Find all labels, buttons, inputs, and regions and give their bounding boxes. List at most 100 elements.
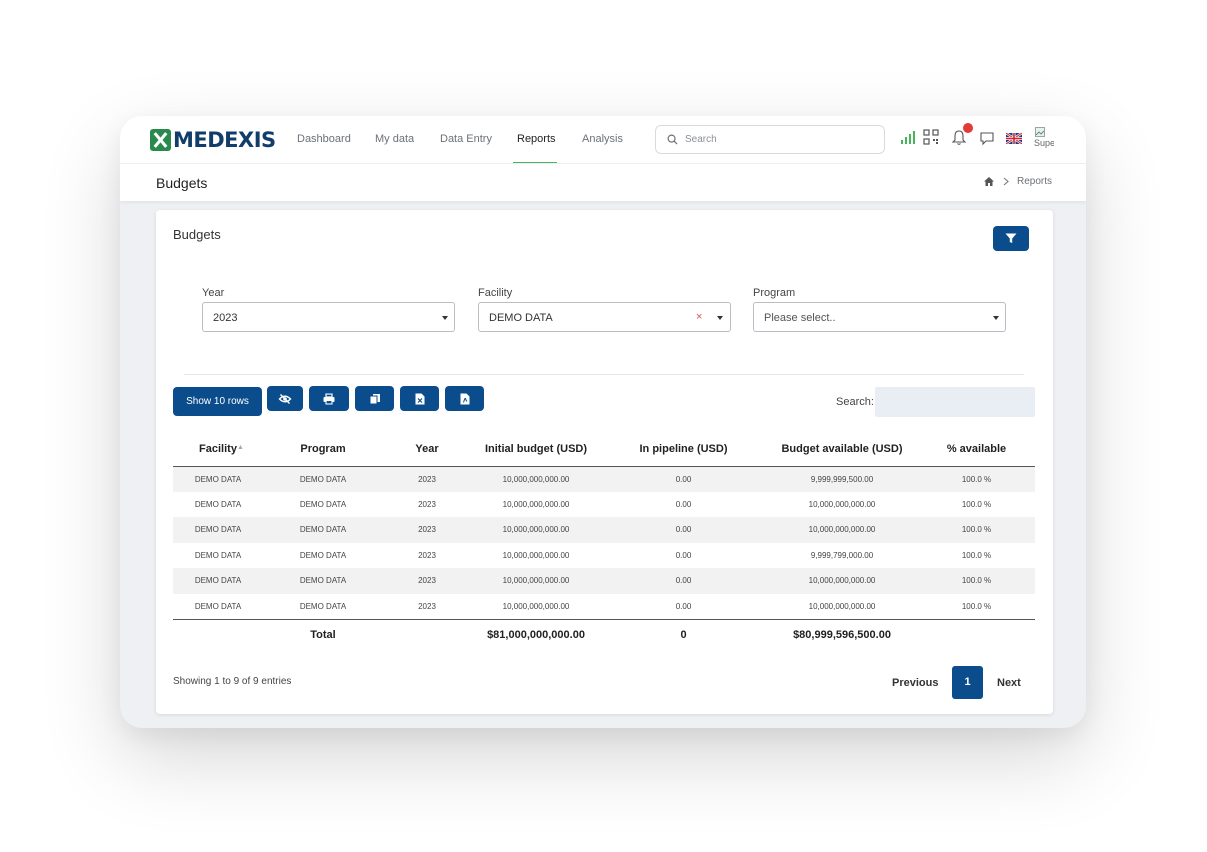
table-row: DEMO DATA DEMO DATA 2023 10,000,000,000.…: [173, 492, 1035, 518]
cell-in-pipeline: 0.00: [601, 517, 766, 543]
home-icon[interactable]: [983, 176, 995, 187]
col-header-year[interactable]: Year: [383, 432, 471, 467]
clear-selection-icon[interactable]: ×: [696, 311, 702, 323]
cell-year: 2023: [383, 568, 471, 594]
chevron-down-icon: [993, 316, 999, 320]
cell-in-pipeline: 0.00: [675, 499, 692, 509]
facility-select[interactable]: DEMO DATA ×: [478, 302, 731, 332]
cell-budget-available: 9,999,799,000.00: [810, 550, 874, 560]
facility-label: Facility: [478, 287, 513, 299]
col-header-facility[interactable]: Facility ▲: [173, 432, 263, 467]
chevron-right-icon: [1003, 177, 1009, 186]
uk-flag-icon[interactable]: [1006, 133, 1022, 144]
budgets-card: Budgets Year 2023 Facility DEMO DATA × P…: [156, 210, 1053, 714]
pdf-export-button[interactable]: [445, 386, 484, 411]
col-header-budget-available[interactable]: Budget available (USD): [766, 432, 918, 467]
nav-analysis[interactable]: Analysis: [582, 133, 623, 145]
total-percent-available: [918, 618, 1035, 651]
cell-budget-available: 9,999,999,500.00: [766, 466, 918, 492]
app-window: MEDEXIS Dashboard My data Data Entry Rep…: [120, 116, 1086, 728]
cell-initial-budget: 10,000,000,000.00: [471, 517, 601, 543]
cell-in-pipeline: 0.00: [675, 601, 692, 611]
cell-facility: DEMO DATA: [173, 568, 263, 594]
cell-initial-budget: 10,000,000,000.00: [471, 466, 601, 492]
nav-dashboard[interactable]: Dashboard: [297, 133, 351, 145]
show-rows-button[interactable]: Show 10 rows: [173, 387, 262, 416]
cell-year: 2023: [383, 517, 471, 543]
avatar[interactable]: Supe: [1032, 127, 1054, 151]
total-cell-year: [383, 618, 471, 651]
top-navbar: MEDEXIS Dashboard My data Data Entry Rep…: [120, 116, 1086, 164]
cell-program: DEMO DATA: [263, 466, 383, 492]
total-cell-facility: [173, 618, 263, 651]
qr-code-icon[interactable]: [923, 129, 939, 145]
excel-icon: [415, 393, 424, 404]
search-placeholder: Search: [685, 134, 717, 145]
cell-year: 2023: [418, 550, 436, 560]
breadcrumb-current[interactable]: Reports: [1017, 176, 1052, 187]
medexis-logo[interactable]: MEDEXIS: [150, 128, 276, 152]
filter-button[interactable]: [993, 226, 1029, 251]
breadcrumb: Reports: [983, 176, 1052, 187]
cell-in-pipeline: 0.00: [601, 466, 766, 492]
next-page-button[interactable]: Next: [997, 677, 1021, 689]
cell-percent-available: 100.0 %: [961, 601, 992, 611]
table-row: DEMO DATA DEMO DATA 2023 10,000,000,000.…: [173, 543, 1035, 569]
cell-program: DEMO DATA: [263, 517, 383, 543]
notification-badge: [963, 123, 973, 133]
cell-initial-budget: 10,000,000,000.00: [502, 550, 570, 560]
table-row: DEMO DATA DEMO DATA 2023 10,000,000,000.…: [173, 594, 1035, 620]
table-row: DEMO DATA DEMO DATA 2023 10,000,000,000.…: [173, 517, 1035, 543]
cell-program: DEMO DATA: [263, 568, 383, 594]
program-label: Program: [753, 287, 796, 299]
program-select[interactable]: Please select..: [753, 302, 1006, 332]
year-label: Year: [202, 287, 225, 299]
logo-text: MEDEXIS: [173, 128, 276, 152]
sort-asc-icon: ▲: [237, 444, 244, 451]
table-row: DEMO DATA DEMO DATA 2023 10,000,000,000.…: [173, 568, 1035, 594]
page-header-bar: Budgets Reports: [120, 163, 1086, 201]
total-label: Total: [263, 618, 383, 651]
nav-my-data[interactable]: My data: [375, 133, 414, 145]
column-visibility-button[interactable]: [267, 386, 303, 411]
chat-icon[interactable]: [979, 131, 995, 146]
cell-initial-budget: 10,000,000,000.00: [471, 568, 601, 594]
chevron-down-icon: [442, 316, 448, 320]
search-input[interactable]: Search: [655, 125, 885, 154]
table-body: DEMO DATA DEMO DATA 2023 10,000,000,000.…: [173, 466, 1035, 619]
previous-page-button[interactable]: Previous: [892, 677, 938, 689]
cell-budget-available: 10,000,000,000.00: [766, 517, 918, 543]
col-header-in-pipeline[interactable]: In pipeline (USD): [601, 432, 766, 467]
nav-data-entry[interactable]: Data Entry: [440, 133, 492, 145]
table-row: DEMO DATA DEMO DATA 2023 10,000,000,000.…: [173, 466, 1035, 492]
cell-facility: DEMO DATA: [194, 550, 242, 560]
cell-program: DEMO DATA: [299, 550, 347, 560]
table-total-row: Total $81,000,000,000.00 0 $80,999,596,5…: [173, 618, 1035, 651]
cell-facility: DEMO DATA: [173, 466, 263, 492]
copy-button[interactable]: [355, 386, 394, 411]
table-search-input[interactable]: [875, 387, 1035, 417]
section-divider: [184, 374, 1024, 375]
col-header-percent-available[interactable]: % available: [918, 432, 1035, 467]
card-title: Budgets: [173, 227, 221, 242]
total-budget-available: $80,999,596,500.00: [766, 618, 918, 651]
signal-icon[interactable]: [901, 131, 916, 144]
col-header-program[interactable]: Program: [263, 432, 383, 467]
print-button[interactable]: [309, 386, 349, 411]
print-icon: [323, 393, 335, 404]
page-1-button[interactable]: 1: [952, 666, 983, 699]
cell-initial-budget: 10,000,000,000.00: [502, 499, 570, 509]
year-select[interactable]: 2023: [202, 302, 455, 332]
logo-x-icon: [150, 129, 171, 151]
cell-initial-budget: 10,000,000,000.00: [502, 601, 570, 611]
eye-slash-icon: [278, 393, 292, 404]
cell-facility: DEMO DATA: [194, 499, 242, 509]
total-in-pipeline: 0: [601, 618, 766, 651]
copy-icon: [369, 393, 380, 404]
col-header-initial-budget[interactable]: Initial budget (USD): [471, 432, 601, 467]
excel-export-button[interactable]: [400, 386, 439, 411]
nav-reports[interactable]: Reports: [517, 133, 556, 145]
cell-budget-available: 10,000,000,000.00: [808, 601, 876, 611]
budgets-table: Facility ▲ Program Year Initial budget (U…: [173, 432, 1035, 651]
cell-facility: DEMO DATA: [194, 601, 242, 611]
